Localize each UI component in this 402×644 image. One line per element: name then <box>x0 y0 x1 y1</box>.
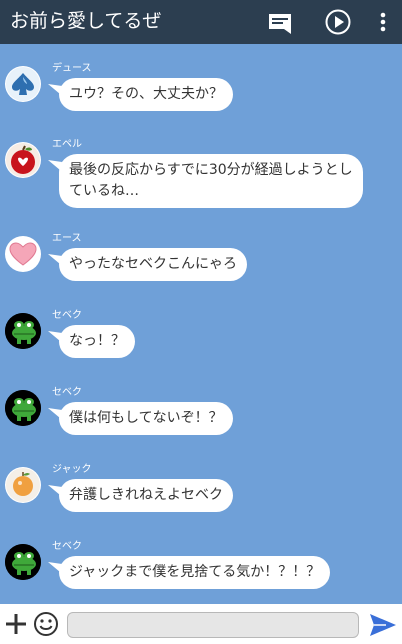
message-bubble[interactable]: なっ！？ <box>59 325 135 358</box>
chat-title: お前ら愛してるぜ <box>10 10 162 32</box>
orange-avatar[interactable] <box>5 467 41 503</box>
orange-icon <box>6 468 40 502</box>
sender-name: セベク <box>52 541 82 552</box>
spade-avatar[interactable] <box>5 66 41 102</box>
crocodile-icon <box>5 390 41 426</box>
sender-name: エペル <box>52 139 82 150</box>
message-icon[interactable] <box>266 8 294 36</box>
sender-name: デュース <box>52 63 92 74</box>
apple-icon <box>6 143 40 177</box>
message-bubble[interactable]: ユウ？その、大丈夫か？ <box>59 78 233 111</box>
sender-name: ジャック <box>52 464 92 475</box>
send-icon[interactable] <box>368 612 398 638</box>
chat-area[interactable]: デュース ユウ？その、大丈夫か？ エペル 最後の反応からすでに30分が経過しよう… <box>0 44 402 604</box>
crocodile-avatar[interactable] <box>5 313 41 349</box>
sender-name: セベク <box>52 310 82 321</box>
apple-avatar[interactable] <box>5 142 41 178</box>
more-vert-icon[interactable] <box>372 8 394 36</box>
crocodile-icon <box>5 313 41 349</box>
smile-icon[interactable] <box>33 611 59 637</box>
plus-icon[interactable] <box>4 612 28 636</box>
sender-name: セベク <box>52 387 82 398</box>
message-input[interactable] <box>67 612 359 638</box>
crocodile-icon <box>5 544 41 580</box>
heart-icon <box>6 237 40 271</box>
sender-name: エース <box>52 233 82 244</box>
spade-icon <box>6 67 40 101</box>
message-bubble[interactable]: 最後の反応からすでに30分が経過しようとしているね… <box>59 154 363 208</box>
heart-avatar[interactable] <box>5 236 41 272</box>
message-bubble[interactable]: やったなセベクこんにゃろ <box>59 248 247 281</box>
play-icon[interactable] <box>324 8 352 36</box>
composer-bar <box>0 604 402 644</box>
crocodile-avatar[interactable] <box>5 544 41 580</box>
message-bubble[interactable]: ジャックまで僕を見捨てる気か！？！？ <box>59 556 331 589</box>
message-bubble[interactable]: 僕は何もしてないぞ！？ <box>59 402 233 435</box>
message-bubble[interactable]: 弁護しきれねえよセベク <box>59 479 233 512</box>
app-header: お前ら愛してるぜ <box>0 0 402 44</box>
crocodile-avatar[interactable] <box>5 390 41 426</box>
